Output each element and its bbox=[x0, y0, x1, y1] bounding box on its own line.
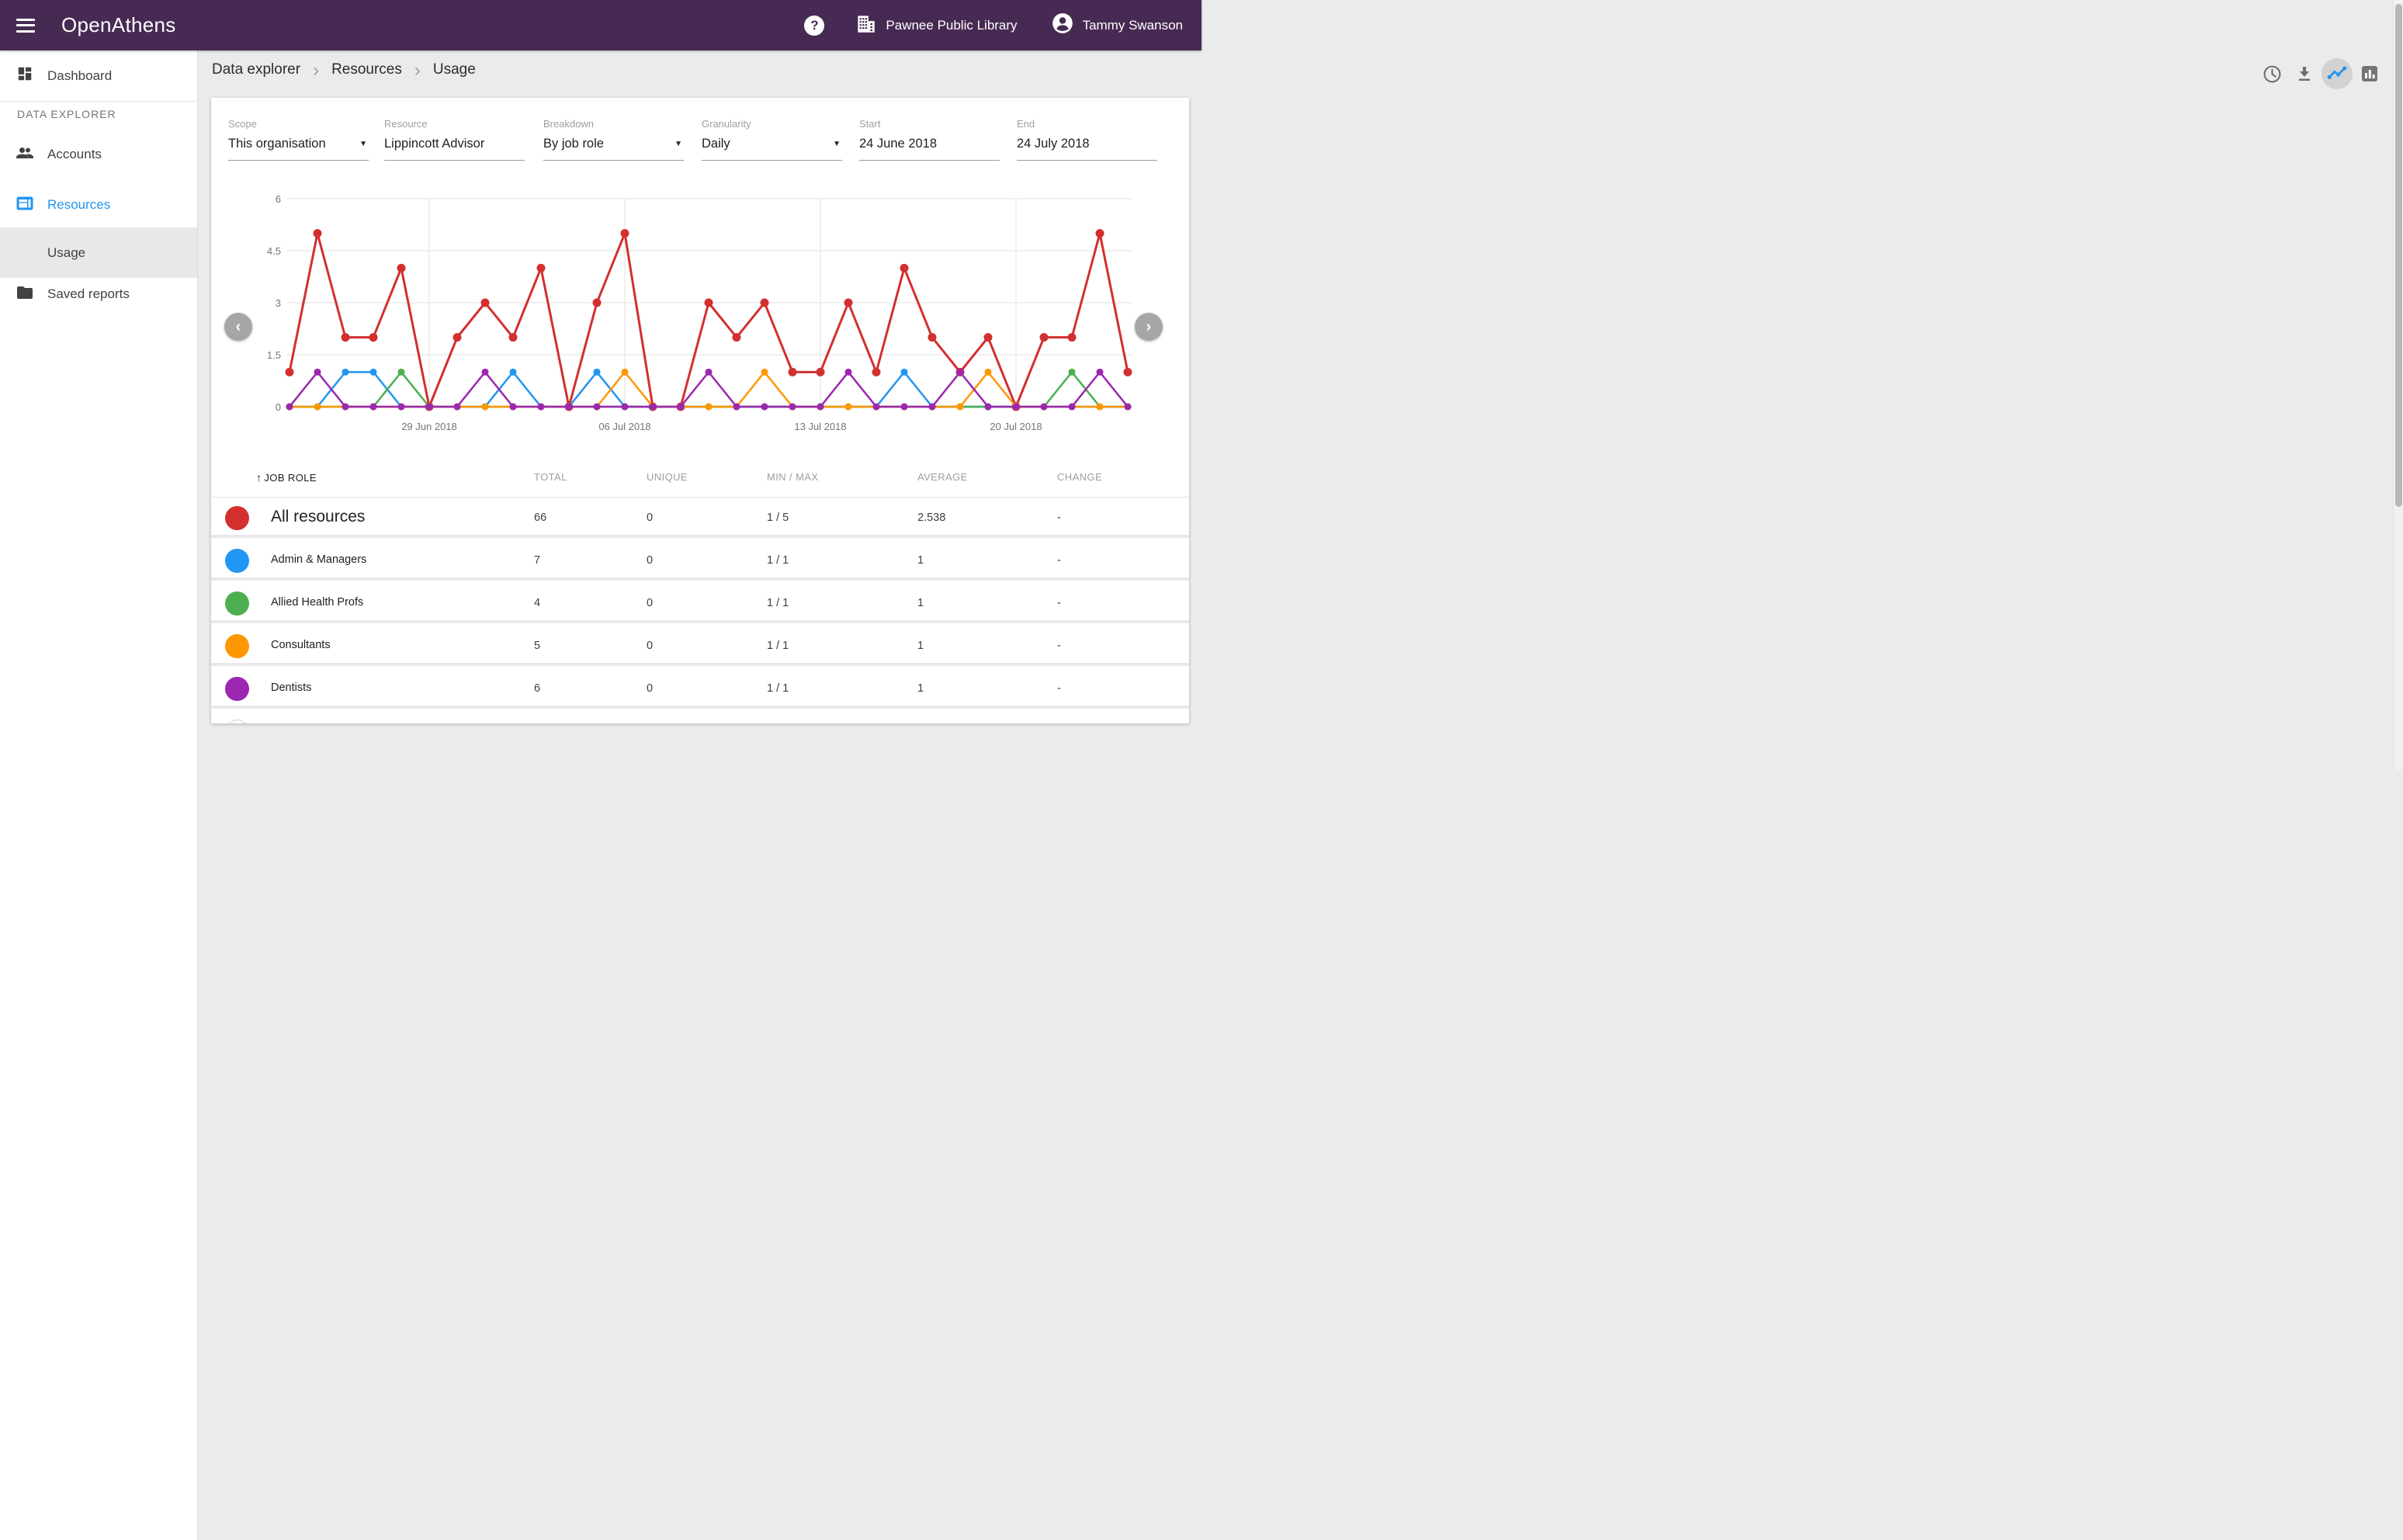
svg-text:4.5: 4.5 bbox=[267, 245, 281, 257]
caret-down-icon: ▼ bbox=[674, 140, 682, 148]
chevron-right-icon: › bbox=[1146, 318, 1152, 336]
chart-prev-button[interactable]: ‹ bbox=[224, 313, 252, 341]
line-chart-view-icon[interactable] bbox=[2322, 58, 2353, 89]
sidebar-section-data-explorer: DATA EXPLORER bbox=[17, 108, 116, 120]
user-avatar-icon[interactable] bbox=[1052, 12, 1073, 38]
caret-down-icon: ▼ bbox=[833, 140, 841, 148]
resource-input[interactable]: Resource Lippincott Advisor bbox=[384, 118, 525, 161]
usage-line-chart: 29 Jun 2018 06 Jul 2018 13 Jul 2018 20 Jul … bbox=[256, 189, 1149, 446]
series-color-dot bbox=[225, 720, 249, 723]
start-date-input[interactable]: Start 24 June 2018 bbox=[859, 118, 1000, 161]
column-header-average[interactable]: AVERAGE bbox=[917, 471, 968, 483]
table-row-allied-health-profs[interactable]: Allied Health Profs 4 0 1 / 1 1 - bbox=[211, 584, 1189, 623]
table-row-consultants[interactable]: Consultants 5 0 1 / 1 1 - bbox=[211, 626, 1189, 666]
menu-icon[interactable] bbox=[16, 19, 35, 33]
column-header-change[interactable]: CHANGE bbox=[1057, 471, 1102, 483]
sidebar-item-accounts[interactable]: Accounts bbox=[0, 130, 197, 179]
svg-text:3: 3 bbox=[276, 297, 281, 309]
breadcrumb: Data explorer › Resources › Usage bbox=[212, 61, 476, 78]
openathens-logo: OpenAthens bbox=[61, 13, 176, 37]
folder-icon bbox=[16, 283, 34, 306]
end-date-input[interactable]: End 24 July 2018 bbox=[1017, 118, 1157, 161]
svg-text:1.5: 1.5 bbox=[267, 349, 281, 361]
scope-select[interactable]: Scope This organisation ▼ bbox=[228, 118, 369, 161]
svg-text:06 Jul 2018: 06 Jul 2018 bbox=[598, 421, 650, 432]
sidebar-nav: Dashboard DATA EXPLORER Accounts Resourc… bbox=[0, 50, 198, 1540]
sidebar-divider bbox=[0, 101, 197, 102]
organisation-name[interactable]: Pawnee Public Library bbox=[886, 18, 1017, 33]
history-clock-icon[interactable] bbox=[2256, 58, 2287, 89]
chevron-left-icon: ‹ bbox=[236, 318, 241, 336]
svg-text:0: 0 bbox=[276, 401, 281, 413]
svg-text:20 Jul 2018: 20 Jul 2018 bbox=[990, 421, 1042, 432]
series-color-dot bbox=[225, 634, 249, 658]
vertical-scrollbar[interactable] bbox=[2393, 0, 2403, 770]
download-icon[interactable] bbox=[2289, 58, 2320, 89]
series-color-dot bbox=[225, 506, 249, 530]
table-row-dentists[interactable]: Dentists 6 0 1 / 1 1 - bbox=[211, 669, 1189, 709]
breadcrumb-usage[interactable]: Usage bbox=[433, 61, 476, 78]
column-header-min-max[interactable]: MIN / MAX bbox=[767, 471, 818, 483]
chart-toolbar bbox=[2255, 58, 2385, 89]
svg-text:6: 6 bbox=[276, 193, 281, 205]
breadcrumb-separator-icon: › bbox=[313, 63, 319, 78]
sidebar-item-resources[interactable]: Resources bbox=[0, 180, 197, 230]
breadcrumb-data-explorer[interactable]: Data explorer bbox=[212, 61, 300, 78]
breakdown-select[interactable]: Breakdown By job role ▼ bbox=[543, 118, 684, 161]
organisation-building-icon[interactable] bbox=[855, 13, 876, 38]
sidebar-item-dashboard[interactable]: Dashboard bbox=[0, 50, 197, 101]
column-header-unique[interactable]: UNIQUE bbox=[647, 471, 688, 483]
chart-next-button[interactable]: › bbox=[1135, 313, 1163, 341]
column-header-total[interactable]: TOTAL bbox=[534, 471, 567, 483]
user-name[interactable]: Tammy Swanson bbox=[1083, 18, 1183, 33]
top-app-bar: OpenAthens ? Pawnee Public Library bbox=[0, 0, 1202, 50]
granularity-select[interactable]: Granularity Daily ▼ bbox=[702, 118, 842, 161]
column-header-job-role[interactable]: ↑JOB ROLE bbox=[256, 471, 317, 484]
svg-text:13 Jul 2018: 13 Jul 2018 bbox=[794, 421, 846, 432]
series-color-dot bbox=[225, 677, 249, 701]
scrollbar-thumb[interactable] bbox=[2395, 4, 2402, 507]
dashboard-icon bbox=[16, 65, 34, 86]
table-header: ↑JOB ROLE TOTAL UNIQUE MIN / MAX AVERAGE… bbox=[211, 456, 1189, 498]
series-color-dot bbox=[225, 549, 249, 573]
usage-report-card: Scope This organisation ▼ Resource Lippi… bbox=[211, 98, 1189, 723]
accounts-people-icon bbox=[16, 144, 34, 166]
series-color-dot bbox=[225, 591, 249, 616]
help-icon[interactable]: ? bbox=[804, 16, 824, 36]
breadcrumb-resources[interactable]: Resources bbox=[331, 61, 402, 78]
bar-chart-view-icon[interactable] bbox=[2354, 58, 2385, 89]
sidebar-item-saved-reports[interactable]: Saved reports bbox=[0, 269, 197, 319]
table-row-admin-managers[interactable]: Admin & Managers 7 0 1 / 1 1 - bbox=[211, 541, 1189, 581]
main-content: Data explorer › Resources › Usage bbox=[198, 50, 2393, 1540]
sort-ascending-icon: ↑ bbox=[256, 471, 262, 484]
caret-down-icon: ▼ bbox=[359, 140, 367, 148]
breadcrumb-separator-icon: › bbox=[414, 63, 421, 78]
table-row-drs[interactable]: Drs (SpR, SHO, PrHO) 8 0 1 / 1 1 - bbox=[211, 712, 1189, 723]
svg-text:29 Jun 2018: 29 Jun 2018 bbox=[401, 421, 457, 432]
resources-icon bbox=[16, 194, 34, 217]
table-row-all-resources[interactable]: All resources 66 0 1 / 5 2.538 - bbox=[211, 498, 1189, 538]
